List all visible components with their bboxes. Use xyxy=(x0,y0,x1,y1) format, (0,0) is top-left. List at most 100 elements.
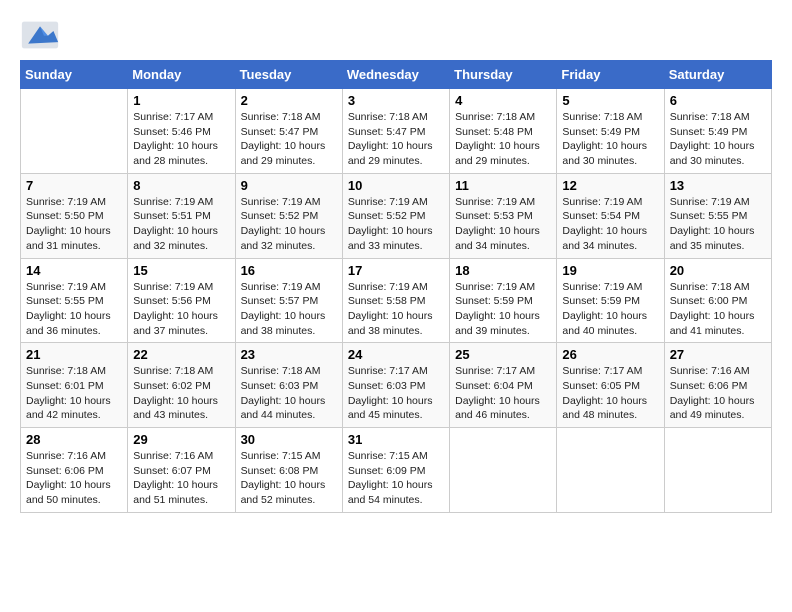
day-number: 14 xyxy=(26,263,122,278)
calendar-week-row: 28 Sunrise: 7:16 AMSunset: 6:06 PMDayligh… xyxy=(21,428,772,513)
calendar-cell: 28 Sunrise: 7:16 AMSunset: 6:06 PMDayligh… xyxy=(21,428,128,513)
calendar-table: SundayMondayTuesdayWednesdayThursdayFrid… xyxy=(20,60,772,513)
day-number: 7 xyxy=(26,178,122,193)
calendar-cell xyxy=(450,428,557,513)
calendar-cell: 21 Sunrise: 7:18 AMSunset: 6:01 PMDayligh… xyxy=(21,343,128,428)
day-number: 6 xyxy=(670,93,766,108)
day-info: Sunrise: 7:18 AMSunset: 5:48 PMDaylight:… xyxy=(455,110,551,169)
calendar-cell: 13 Sunrise: 7:19 AMSunset: 5:55 PMDayligh… xyxy=(664,173,771,258)
day-info: Sunrise: 7:18 AMSunset: 6:02 PMDaylight:… xyxy=(133,364,229,423)
calendar-week-row: 14 Sunrise: 7:19 AMSunset: 5:55 PMDayligh… xyxy=(21,258,772,343)
calendar-cell: 14 Sunrise: 7:19 AMSunset: 5:55 PMDayligh… xyxy=(21,258,128,343)
day-info: Sunrise: 7:18 AMSunset: 6:03 PMDaylight:… xyxy=(241,364,337,423)
calendar-week-row: 21 Sunrise: 7:18 AMSunset: 6:01 PMDayligh… xyxy=(21,343,772,428)
calendar-cell: 12 Sunrise: 7:19 AMSunset: 5:54 PMDayligh… xyxy=(557,173,664,258)
day-info: Sunrise: 7:19 AMSunset: 5:55 PMDaylight:… xyxy=(26,280,122,339)
calendar-cell: 15Sunrise: 7:19 AMSunset: 5:56 PMDayligh… xyxy=(128,258,235,343)
day-info: Sunrise: 7:19 AMSunset: 5:58 PMDaylight:… xyxy=(348,280,444,339)
day-number: 17 xyxy=(348,263,444,278)
calendar-cell: 19 Sunrise: 7:19 AMSunset: 5:59 PMDayligh… xyxy=(557,258,664,343)
day-number: 13 xyxy=(670,178,766,193)
day-number: 11 xyxy=(455,178,551,193)
day-info: Sunrise: 7:18 AMSunset: 5:49 PMDaylight:… xyxy=(670,110,766,169)
day-info: Sunrise: 7:18 AMSunset: 5:49 PMDaylight:… xyxy=(562,110,658,169)
day-number: 24 xyxy=(348,347,444,362)
calendar-cell: 25Sunrise: 7:17 AMSunset: 6:04 PMDayligh… xyxy=(450,343,557,428)
calendar-cell xyxy=(664,428,771,513)
day-number: 5 xyxy=(562,93,658,108)
day-info: Sunrise: 7:16 AMSunset: 6:06 PMDaylight:… xyxy=(670,364,766,423)
day-number: 10 xyxy=(348,178,444,193)
calendar-cell: 1Sunrise: 7:17 AMSunset: 5:46 PMDaylight… xyxy=(128,89,235,174)
calendar-cell: 6 Sunrise: 7:18 AMSunset: 5:49 PMDaylight… xyxy=(664,89,771,174)
day-number: 19 xyxy=(562,263,658,278)
calendar-header-row: SundayMondayTuesdayWednesdayThursdayFrid… xyxy=(21,61,772,89)
day-number: 12 xyxy=(562,178,658,193)
day-number: 18 xyxy=(455,263,551,278)
day-number: 23 xyxy=(241,347,337,362)
day-number: 9 xyxy=(241,178,337,193)
day-number: 28 xyxy=(26,432,122,447)
calendar-cell: 8 Sunrise: 7:19 AMSunset: 5:51 PMDaylight… xyxy=(128,173,235,258)
day-number: 26 xyxy=(562,347,658,362)
calendar-week-row: 7 Sunrise: 7:19 AMSunset: 5:50 PMDaylight… xyxy=(21,173,772,258)
day-info: Sunrise: 7:19 AMSunset: 5:57 PMDaylight:… xyxy=(241,280,337,339)
calendar-cell xyxy=(557,428,664,513)
calendar-cell: 16 Sunrise: 7:19 AMSunset: 5:57 PMDayligh… xyxy=(235,258,342,343)
day-number: 31 xyxy=(348,432,444,447)
calendar-cell: 2Sunrise: 7:18 AMSunset: 5:47 PMDaylight… xyxy=(235,89,342,174)
day-number: 27 xyxy=(670,347,766,362)
calendar-cell: 7 Sunrise: 7:19 AMSunset: 5:50 PMDaylight… xyxy=(21,173,128,258)
calendar-cell: 30 Sunrise: 7:15 AMSunset: 6:08 PMDayligh… xyxy=(235,428,342,513)
day-info: Sunrise: 7:19 AMSunset: 5:50 PMDaylight:… xyxy=(26,195,122,254)
day-info: Sunrise: 7:19 AMSunset: 5:59 PMDaylight:… xyxy=(455,280,551,339)
day-info: Sunrise: 7:15 AMSunset: 6:08 PMDaylight:… xyxy=(241,449,337,508)
calendar-cell: 24Sunrise: 7:17 AMSunset: 6:03 PMDayligh… xyxy=(342,343,449,428)
day-header-monday: Monday xyxy=(128,61,235,89)
calendar-cell: 17 Sunrise: 7:19 AMSunset: 5:58 PMDayligh… xyxy=(342,258,449,343)
calendar-cell: 5 Sunrise: 7:18 AMSunset: 5:49 PMDaylight… xyxy=(557,89,664,174)
day-header-saturday: Saturday xyxy=(664,61,771,89)
day-info: Sunrise: 7:19 AMSunset: 5:55 PMDaylight:… xyxy=(670,195,766,254)
day-number: 21 xyxy=(26,347,122,362)
day-header-sunday: Sunday xyxy=(21,61,128,89)
day-header-thursday: Thursday xyxy=(450,61,557,89)
day-info: Sunrise: 7:18 AMSunset: 5:47 PMDaylight:… xyxy=(348,110,444,169)
day-info: Sunrise: 7:19 AMSunset: 5:51 PMDaylight:… xyxy=(133,195,229,254)
day-info: Sunrise: 7:15 AMSunset: 6:09 PMDaylight:… xyxy=(348,449,444,508)
calendar-cell: 23 Sunrise: 7:18 AMSunset: 6:03 PMDayligh… xyxy=(235,343,342,428)
calendar-cell: 18 Sunrise: 7:19 AMSunset: 5:59 PMDayligh… xyxy=(450,258,557,343)
logo xyxy=(20,20,64,50)
day-number: 8 xyxy=(133,178,229,193)
day-info: Sunrise: 7:19 AMSunset: 5:52 PMDaylight:… xyxy=(348,195,444,254)
calendar-body: 1Sunrise: 7:17 AMSunset: 5:46 PMDaylight… xyxy=(21,89,772,513)
day-info: Sunrise: 7:18 AMSunset: 5:47 PMDaylight:… xyxy=(241,110,337,169)
day-info: Sunrise: 7:16 AMSunset: 6:07 PMDaylight:… xyxy=(133,449,229,508)
day-number: 4 xyxy=(455,93,551,108)
day-info: Sunrise: 7:16 AMSunset: 6:06 PMDaylight:… xyxy=(26,449,122,508)
calendar-cell: 31 Sunrise: 7:15 AMSunset: 6:09 PMDayligh… xyxy=(342,428,449,513)
day-header-wednesday: Wednesday xyxy=(342,61,449,89)
calendar-cell: 9 Sunrise: 7:19 AMSunset: 5:52 PMDaylight… xyxy=(235,173,342,258)
page-header xyxy=(20,20,772,50)
day-info: Sunrise: 7:18 AMSunset: 6:01 PMDaylight:… xyxy=(26,364,122,423)
day-info: Sunrise: 7:19 AMSunset: 5:59 PMDaylight:… xyxy=(562,280,658,339)
calendar-cell: 27 Sunrise: 7:16 AMSunset: 6:06 PMDayligh… xyxy=(664,343,771,428)
day-header-friday: Friday xyxy=(557,61,664,89)
day-number: 30 xyxy=(241,432,337,447)
day-info: Sunrise: 7:19 AMSunset: 5:52 PMDaylight:… xyxy=(241,195,337,254)
calendar-cell: 10 Sunrise: 7:19 AMSunset: 5:52 PMDayligh… xyxy=(342,173,449,258)
day-number: 1 xyxy=(133,93,229,108)
day-number: 16 xyxy=(241,263,337,278)
calendar-cell: 26Sunrise: 7:17 AMSunset: 6:05 PMDayligh… xyxy=(557,343,664,428)
calendar-cell: 4 Sunrise: 7:18 AMSunset: 5:48 PMDaylight… xyxy=(450,89,557,174)
day-number: 22 xyxy=(133,347,229,362)
logo-icon xyxy=(20,20,60,50)
calendar-cell: 22 Sunrise: 7:18 AMSunset: 6:02 PMDayligh… xyxy=(128,343,235,428)
day-number: 3 xyxy=(348,93,444,108)
calendar-cell: 11Sunrise: 7:19 AMSunset: 5:53 PMDayligh… xyxy=(450,173,557,258)
day-number: 25 xyxy=(455,347,551,362)
calendar-cell: 20Sunrise: 7:18 AMSunset: 6:00 PMDayligh… xyxy=(664,258,771,343)
day-info: Sunrise: 7:19 AMSunset: 5:54 PMDaylight:… xyxy=(562,195,658,254)
day-header-tuesday: Tuesday xyxy=(235,61,342,89)
